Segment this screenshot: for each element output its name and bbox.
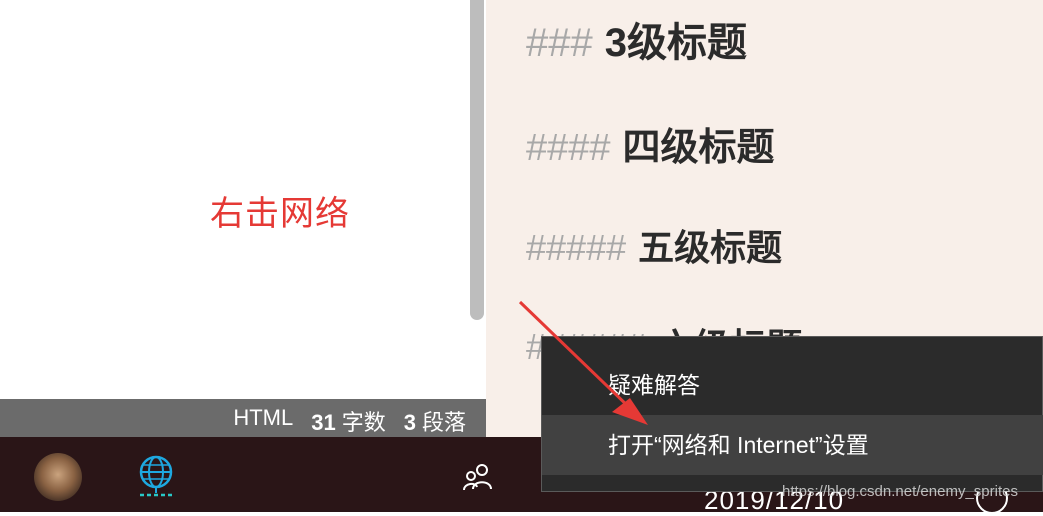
heading-level-4: #### 四级标题 xyxy=(526,116,775,171)
heading-text: 3级标题 xyxy=(604,21,747,65)
menu-item-open-network-settings[interactable]: 打开“网络和 Internet”设置 xyxy=(542,415,1043,475)
heading-hashes: ### xyxy=(526,21,593,65)
user-avatar[interactable] xyxy=(34,453,82,501)
editor-pane[interactable]: 右击网络 xyxy=(0,0,486,399)
people-icon[interactable] xyxy=(462,461,494,493)
editor-scrollbar-thumb[interactable] xyxy=(470,0,484,320)
heading-level-3: ### 3级标题 xyxy=(526,10,747,68)
status-bar: HTML 31 字数 3 段落 xyxy=(0,399,486,437)
heading-text: 五级标题 xyxy=(638,227,783,268)
word-count-label: 字数 xyxy=(341,410,386,435)
globe-network-icon[interactable] xyxy=(138,455,174,497)
watermark: https://blog.csdn.net/enemy_sprites xyxy=(782,483,1018,500)
status-mode[interactable]: HTML xyxy=(233,405,293,437)
heading-hashes: ##### xyxy=(526,227,627,268)
status-paragraph-count: 3 段落 xyxy=(404,405,466,437)
annotation-text: 右击网络 xyxy=(210,194,350,234)
menu-item-troubleshoot[interactable]: 疑难解答 xyxy=(542,355,1043,415)
heading-hashes: #### xyxy=(526,127,611,169)
network-context-menu: 疑难解答 打开“网络和 Internet”设置 xyxy=(541,336,1043,492)
status-word-count: 31 字数 xyxy=(311,405,386,437)
heading-level-5: ##### 五级标题 xyxy=(526,219,782,271)
paragraph-count-value: 3 xyxy=(403,410,416,435)
word-count-value: 31 xyxy=(311,410,336,435)
heading-text: 四级标题 xyxy=(622,127,775,169)
paragraph-count-label: 段落 xyxy=(421,410,466,435)
